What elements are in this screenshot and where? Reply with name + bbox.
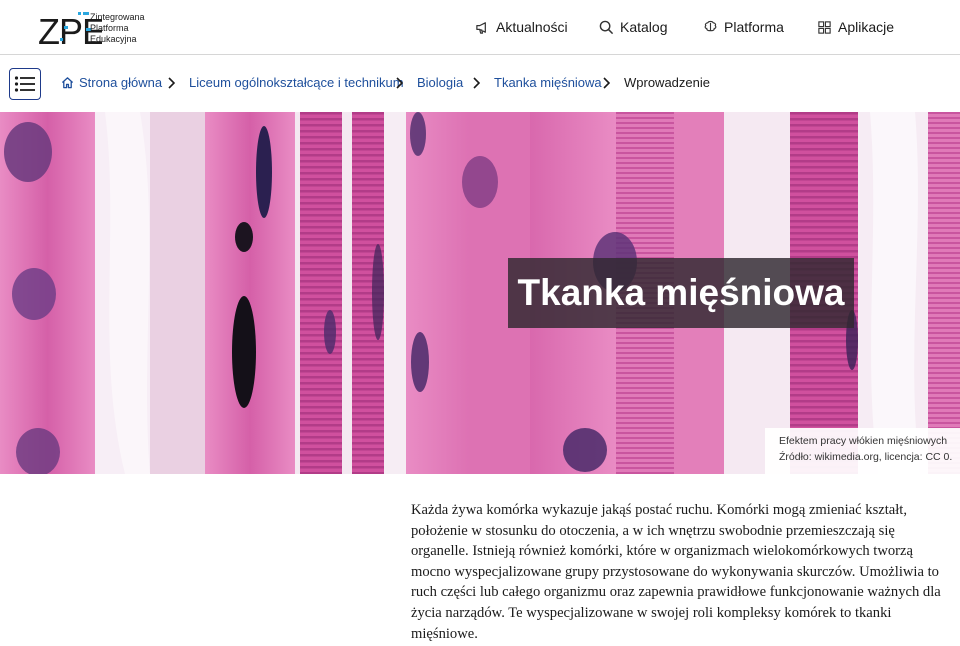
breadcrumb-level-3-label: Tkanka mięśniowa — [494, 75, 602, 90]
nav-platforma[interactable]: Platforma — [703, 17, 784, 37]
list-menu-icon — [14, 76, 35, 92]
logo-text: Zintegrowana Platforma Edukacyjna — [90, 12, 145, 45]
chevron-right-icon — [168, 77, 175, 89]
caption-source: Źródło: wikimedia.org, licencja: CC 0. — [779, 451, 953, 463]
zpe-logo[interactable]: ZPE Zintegrowana Platforma Edukacyjna — [38, 8, 178, 48]
logo-line-1: Zintegrowana — [90, 12, 145, 22]
home-icon — [61, 77, 74, 89]
chevron-right-icon — [473, 77, 480, 89]
nav-katalog-label: Katalog — [620, 19, 668, 35]
brain-icon — [704, 20, 717, 31]
caption-text: Efektem pracy włókien mięśniowych — [779, 435, 948, 447]
megaphone-icon — [476, 21, 486, 34]
breadcrumb-level-1-label: Liceum ogólnokształcące i technikum — [189, 75, 404, 90]
breadcrumb-level-2[interactable]: Biologia — [417, 75, 463, 90]
hero-title: Tkanka mięśniowa — [508, 258, 854, 328]
search-icon — [599, 20, 614, 34]
nav-platforma-label: Platforma — [724, 19, 784, 35]
hero-banner: Tkanka mięśniowa Efektem pracy włókien m… — [0, 112, 960, 474]
breadcrumb-current-label: Wprowadzenie — [624, 75, 710, 90]
chevron-right-icon — [603, 77, 610, 89]
nav-aktualnosci[interactable]: Aktualności — [475, 17, 568, 37]
logo-line-2: Platforma — [90, 23, 129, 33]
breadcrumb-current: Wprowadzenie — [624, 75, 710, 90]
logo-line-3: Edukacyjna — [90, 34, 137, 44]
breadcrumb-bar: Strona główna Liceum ogólnokształcące i … — [0, 55, 960, 112]
nav-aplikacje-label: Aplikacje — [838, 19, 895, 35]
chevron-right-icon — [396, 77, 403, 89]
breadcrumb-home[interactable]: Strona główna — [61, 75, 162, 90]
nav-aplikacje[interactable]: Aplikacje — [817, 17, 894, 37]
nav-aktualnosci-label: Aktualności — [496, 19, 568, 35]
menu-button[interactable] — [9, 68, 41, 100]
grid-icon — [818, 20, 831, 34]
nav-katalog[interactable]: Katalog — [599, 17, 667, 37]
intro-paragraph: Każda żywa komórka wykazuje jakąś postać… — [411, 502, 941, 642]
breadcrumb-level-1[interactable]: Liceum ogólnokształcące i technikum — [189, 75, 404, 90]
breadcrumb-level-3[interactable]: Tkanka mięśniowa — [494, 75, 602, 90]
image-caption: Efektem pracy włókien mięśniowych Źródło… — [765, 428, 960, 474]
top-header: ZPE Zintegrowana Platforma Edukacyjna Ak… — [0, 0, 960, 55]
breadcrumb-level-2-label: Biologia — [417, 75, 464, 90]
breadcrumb-home-label: Strona główna — [79, 75, 163, 90]
